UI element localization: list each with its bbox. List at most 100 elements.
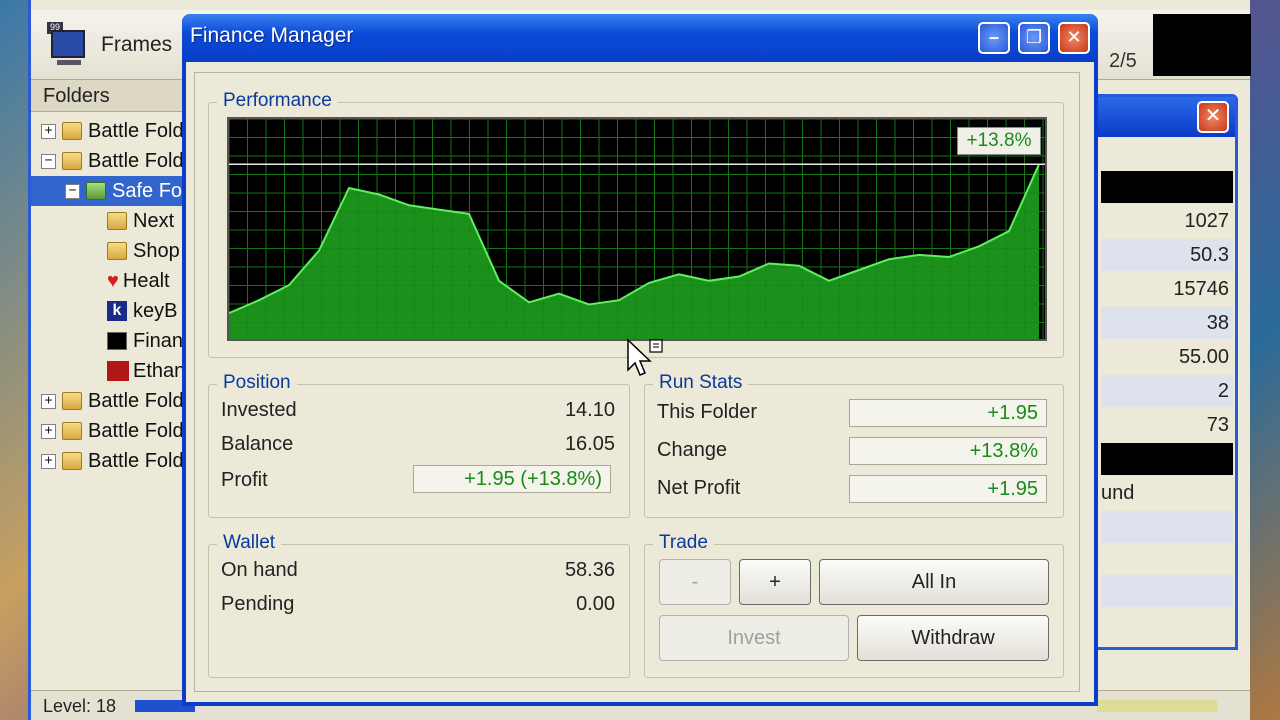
chart-icon <box>107 332 127 350</box>
level-label: Level: 18 <box>43 696 117 716</box>
folder-tree: + Battle Fold − Battle Fold − Safe Fo Ne… <box>31 116 191 476</box>
performance-area <box>229 164 1039 339</box>
page-indicator: 2/5 <box>1109 50 1137 72</box>
wallet-title: Wallet <box>217 532 282 554</box>
tree-item-label: Safe Fo <box>112 179 183 202</box>
tree-item-label: Ethan <box>133 359 186 382</box>
stat-value: 15746 <box>1173 278 1229 300</box>
net-profit-label: Net Profit <box>657 477 741 499</box>
tree-item-label: Battle Fold <box>88 389 184 412</box>
close-icon[interactable]: ✕ <box>1058 22 1090 54</box>
folder-icon <box>62 392 82 410</box>
invested-value: 14.10 <box>564 399 615 421</box>
tree-item-keyb[interactable]: k keyB <box>31 296 191 326</box>
expand-icon[interactable]: + <box>41 423 56 439</box>
frames-button[interactable]: 99 Frames <box>47 22 172 68</box>
heart-icon: ♥ <box>107 269 119 292</box>
pending-value: 0.00 <box>576 593 615 615</box>
expand-icon[interactable]: + <box>41 453 56 469</box>
performance-chart: +13.8% <box>227 117 1047 341</box>
window-title: Finance Manager <box>190 24 354 47</box>
profit-field: +1.95 (+13.8%) <box>413 465 611 493</box>
this-folder-label: This Folder <box>657 401 758 423</box>
minimize-icon[interactable]: – <box>978 22 1010 54</box>
invest-button[interactable]: Invest <box>659 615 849 661</box>
tree-item-label: Battle Fold <box>88 419 184 442</box>
decrease-button[interactable]: - <box>659 559 731 605</box>
stats-row-stripe <box>1101 575 1233 607</box>
tree-item-battle-folder-4[interactable]: + Battle Fold <box>31 416 191 446</box>
finance-manager-titlebar[interactable]: Finance Manager – ❐ ✕ <box>182 14 1098 62</box>
expand-icon[interactable]: + <box>41 123 56 139</box>
tree-item-label: Next <box>133 209 175 232</box>
invested-label: Invested <box>221 399 297 421</box>
k-icon: k <box>107 301 127 321</box>
mouse-cursor-icon <box>627 338 663 376</box>
folder-icon <box>62 122 82 140</box>
frames-label: Frames <box>101 33 173 56</box>
profit-label: Profit <box>221 469 268 491</box>
performance-group: Performance +13.8% <box>208 90 1064 358</box>
finance-manager-body: Performance +13.8% Position Invested 14.… <box>186 62 1094 702</box>
all-in-button[interactable]: All In <box>819 559 1049 605</box>
performance-chart-svg <box>229 119 1045 339</box>
tree-item-safe-folder[interactable]: − Safe Fo <box>31 176 191 206</box>
tree-item-battle-folder-2[interactable]: − Battle Fold <box>31 146 191 176</box>
stat-value: 55.00 <box>1178 346 1229 368</box>
tree-item-finance[interactable]: Finan <box>31 326 191 356</box>
tree-item-shop[interactable]: Shop <box>31 236 191 266</box>
folder-icon <box>107 212 127 230</box>
increase-button[interactable]: + <box>739 559 811 605</box>
shop-folder-icon <box>107 242 127 260</box>
stat-value: 1027 <box>1184 210 1230 232</box>
stat-value: 50.3 <box>1190 244 1229 266</box>
status-meter <box>1097 700 1217 712</box>
tree-item-label: Shop <box>133 239 180 262</box>
tree-item-label: Finan <box>133 329 184 352</box>
position-group: Position Invested 14.10 Balance 16.05 Pr… <box>208 372 630 518</box>
stat-value: 73 <box>1206 414 1229 436</box>
stat-value: 38 <box>1206 312 1229 334</box>
collapse-icon[interactable]: − <box>41 153 56 169</box>
ethan-icon <box>107 361 129 381</box>
folder-icon <box>62 152 82 170</box>
stats-section-bar <box>1101 443 1233 475</box>
trade-title: Trade <box>653 532 714 554</box>
preview-pane <box>1153 14 1251 76</box>
expand-icon[interactable]: + <box>41 393 56 409</box>
folders-header: Folders <box>31 80 191 112</box>
net-profit-field: +1.95 <box>849 475 1047 503</box>
folder-icon <box>62 422 82 440</box>
safe-folder-icon <box>86 182 106 200</box>
change-field: +13.8% <box>849 437 1047 465</box>
folder-icon <box>62 452 82 470</box>
tree-item-label: Battle Fold <box>88 149 184 172</box>
tree-item-label: keyB <box>133 299 178 322</box>
monitor-icon: 99 <box>47 22 91 68</box>
restore-icon[interactable]: ❐ <box>1018 22 1050 54</box>
stats-row-stripe <box>1101 511 1233 543</box>
tree-item-label: Battle Fold <box>88 119 184 142</box>
performance-badge: +13.8% <box>957 127 1041 155</box>
on-hand-label: On hand <box>221 559 298 581</box>
this-folder-field: +1.95 <box>849 399 1047 427</box>
on-hand-value: 58.36 <box>564 559 615 581</box>
balance-value: 16.05 <box>564 433 615 455</box>
tree-item-next[interactable]: Next <box>31 206 191 236</box>
tree-item-label: Battle Fold <box>88 449 184 472</box>
collapse-icon[interactable]: − <box>65 183 80 199</box>
tree-item-ethan[interactable]: Ethan <box>31 356 191 386</box>
withdraw-button[interactable]: Withdraw <box>857 615 1049 661</box>
trade-group: Trade - + All In Invest Withdraw <box>644 532 1064 678</box>
tree-item-battle-folder-1[interactable]: + Battle Fold <box>31 116 191 146</box>
tree-item-battle-folder-3[interactable]: + Battle Fold <box>31 386 191 416</box>
stat-value: 2 <box>1217 380 1229 402</box>
close-icon[interactable]: ✕ <box>1197 101 1229 133</box>
wallet-group: Wallet On hand 58.36 Pending 0.00 <box>208 532 630 678</box>
stats-header-bar <box>1101 171 1233 203</box>
balance-label: Balance <box>221 433 294 455</box>
run-stats-title: Run Stats <box>653 372 749 394</box>
tree-item-battle-folder-5[interactable]: + Battle Fold <box>31 446 191 476</box>
tree-item-health[interactable]: ♥ Healt <box>31 266 191 296</box>
tree-item-label: Healt <box>122 269 170 292</box>
